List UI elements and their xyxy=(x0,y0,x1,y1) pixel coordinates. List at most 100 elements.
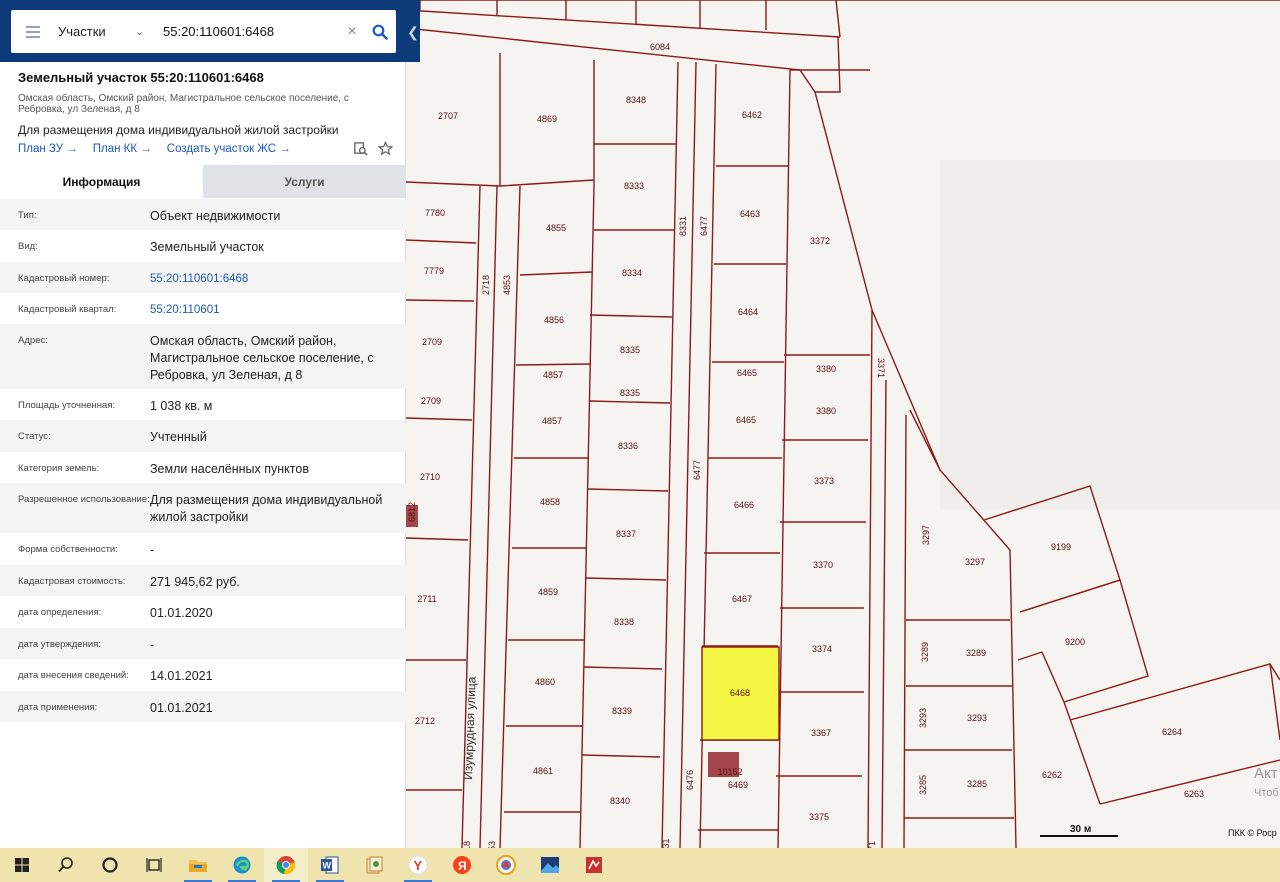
tab-information[interactable]: Информация xyxy=(0,165,203,198)
chevron-down-icon[interactable]: ⌄ xyxy=(135,25,155,38)
info-table: Тип: Объект недвижимости Вид: Земельный уча… xyxy=(0,199,406,722)
info-value: Для размещения дома индивидуальной жилой… xyxy=(150,493,383,524)
info-key: Вид: xyxy=(18,241,38,252)
info-value: 1 038 кв. м xyxy=(150,399,213,413)
search-type-select[interactable]: Участки xyxy=(55,24,135,39)
plot-label: 4853 xyxy=(502,275,512,295)
object-purpose: Для размещения дома индивидуальной жилой… xyxy=(18,123,339,137)
plot-label: 2707 xyxy=(438,111,458,121)
plot-label: 6463 xyxy=(740,209,760,219)
plot-label: 8340 xyxy=(610,796,630,806)
collapse-panel-button[interactable]: ❮ xyxy=(406,12,420,52)
task-view-icon[interactable] xyxy=(132,848,176,882)
info-row: Статус: Учтенный xyxy=(0,420,406,452)
info-key: Кадастровая стоимость: xyxy=(18,576,126,587)
plot-label: 4855 xyxy=(546,223,566,233)
file-explorer-icon[interactable] xyxy=(176,848,220,882)
plot-label: 3371 xyxy=(876,358,886,378)
create-plot-link[interactable]: Создать участок ЖС → xyxy=(167,143,291,155)
yandex-icon[interactable]: Я xyxy=(440,848,484,882)
info-key: Тип: xyxy=(18,210,37,221)
plot-label: 2709 xyxy=(421,396,441,406)
info-key: дата утверждения: xyxy=(18,639,101,650)
object-actions xyxy=(353,141,393,156)
object-address: Омская область, Омский район, Магистраль… xyxy=(18,93,349,115)
info-value: 01.01.2021 xyxy=(150,701,213,715)
plot-label: 6084 xyxy=(650,42,670,52)
media-icon[interactable] xyxy=(572,848,616,882)
plot-label: 2718 xyxy=(481,275,491,295)
info-row: Категория земель: Земли населённых пункто… xyxy=(0,452,406,483)
info-row: Кадастровый квартал: 55:20:110601 xyxy=(0,293,406,324)
clear-icon[interactable]: × xyxy=(340,23,364,41)
plot-label: 3293 xyxy=(918,708,928,728)
plot-label: 8336 xyxy=(618,441,638,451)
yandex-disk-icon[interactable] xyxy=(484,848,528,882)
chrome-icon[interactable] xyxy=(264,848,308,882)
plot-label: 3289 xyxy=(966,648,986,658)
info-row: Адрес: Омская область, Омский район, Маги… xyxy=(0,324,406,389)
plan-zu-link[interactable]: План ЗУ → xyxy=(18,143,78,155)
plot-label: 4869 xyxy=(537,114,557,124)
mahjong-icon[interactable] xyxy=(352,848,396,882)
info-key: Площадь уточненная: xyxy=(18,400,116,411)
plot-label: 2712 xyxy=(415,716,435,726)
plot-label: 6812 xyxy=(407,502,417,522)
object-links: План ЗУ → План КК → Создать участок ЖС → xyxy=(18,141,393,156)
favorite-star-icon[interactable] xyxy=(378,141,393,156)
plot-label: 2711 xyxy=(417,594,436,604)
plot-label: 4857 xyxy=(543,370,563,380)
word-icon[interactable]: W xyxy=(308,848,352,882)
plot-label: 7780 xyxy=(425,208,445,218)
info-key: дата определения: xyxy=(18,607,102,618)
plot-label: 18 xyxy=(462,841,472,848)
plot-label: 6469 xyxy=(728,780,748,790)
info-value-link[interactable]: 55:20:110601 xyxy=(150,302,400,324)
info-key: Кадастровый квартал: xyxy=(18,304,117,315)
plot-label: 6262 xyxy=(1042,770,1062,780)
info-value-link[interactable]: 55:20:110601:6468 xyxy=(150,271,400,293)
plot-label: 9200 xyxy=(1065,637,1085,647)
plot-label: 6476 xyxy=(685,770,695,790)
info-value: 14.01.2021 xyxy=(150,669,213,683)
plot-label: 4858 xyxy=(540,497,560,507)
info-key: Адрес: xyxy=(18,335,48,346)
search-button[interactable] xyxy=(364,10,396,53)
info-row: дата внесения сведений: 14.01.2021 xyxy=(0,659,406,691)
find-on-map-icon[interactable] xyxy=(353,141,368,156)
panel-tabs: Информация Услуги xyxy=(0,165,406,198)
info-key: дата внесения сведений: xyxy=(18,670,129,681)
plan-kk-link[interactable]: План КК → xyxy=(93,143,152,155)
search-icon xyxy=(372,24,388,40)
edge-icon[interactable] xyxy=(220,848,264,882)
activation-watermark-sub: Чтоб xyxy=(1254,787,1279,799)
plot-label: 3372 xyxy=(810,236,830,246)
plot-label: 3297 xyxy=(921,525,931,545)
tab-services[interactable]: Услуги xyxy=(203,165,406,198)
plot-label: 3375 xyxy=(809,812,829,822)
scale-label: 30 м xyxy=(1070,824,1091,835)
plot-label: 3285 xyxy=(918,775,928,795)
plot-label: 3380 xyxy=(816,364,836,374)
search-icon[interactable] xyxy=(44,848,88,882)
plot-label: 8338 xyxy=(614,617,634,627)
plot-label: 6462 xyxy=(742,110,762,120)
info-key: Разрешенное использование: xyxy=(18,494,150,505)
info-value: Учтенный xyxy=(150,430,207,444)
info-key: дата применения: xyxy=(18,702,98,713)
plot-label: 3285 xyxy=(967,779,987,789)
search-input[interactable] xyxy=(155,24,340,39)
photos-icon[interactable] xyxy=(528,848,572,882)
plot-label: 4861 xyxy=(533,766,553,776)
plot-label: 3370 xyxy=(813,560,833,570)
yandex-browser-icon[interactable]: Y xyxy=(396,848,440,882)
info-row: Кадастровая стоимость: 271 945,62 руб. xyxy=(0,565,406,596)
info-key: Категория земель: xyxy=(18,463,100,474)
info-row: Вид: Земельный участок xyxy=(0,230,406,262)
info-value: 01.01.2020 xyxy=(150,606,213,620)
menu-icon[interactable] xyxy=(11,10,55,53)
plot-label: 8339 xyxy=(612,706,632,716)
cortana-icon[interactable] xyxy=(88,848,132,882)
windows-start-icon[interactable] xyxy=(0,848,44,882)
svg-text:Я: Я xyxy=(458,859,467,873)
